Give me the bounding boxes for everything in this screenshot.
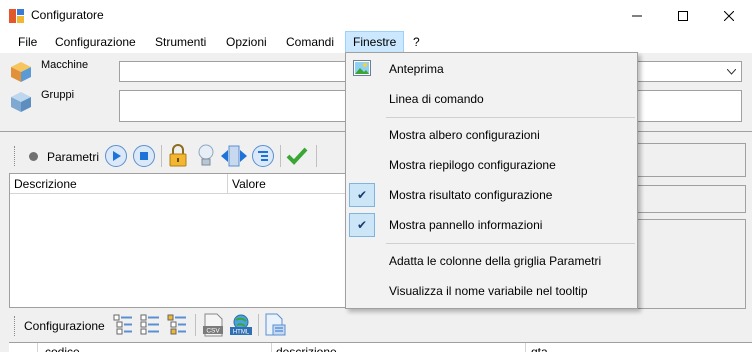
play-button[interactable] [105,145,127,167]
menu-opzioni[interactable]: Opzioni [219,31,274,53]
column-width-icon[interactable] [221,145,247,167]
column-header-descrizione-bottom[interactable]: descrizione [276,345,337,352]
tree-expand-icon[interactable] [113,314,133,336]
menu-item-label: Linea di comando [389,92,484,106]
menu-comandi[interactable]: Comandi [279,31,341,53]
menu-help[interactable]: ? [406,31,427,53]
window-title: Configuratore [31,8,104,22]
menu-item-pannello-informazioni[interactable]: ✔ Mostra pannello informazioni [346,213,637,237]
toolbar-separator [161,145,162,167]
groups-icon [11,92,31,112]
menu-item-adatta-colonne[interactable]: Adatta le colonne della griglia Parametr… [346,249,637,273]
machines-label: Macchine [41,59,89,71]
menu-item-riepilogo-configurazione[interactable]: Mostra riepilogo configurazione [346,153,637,177]
menu-separator [386,117,635,118]
csv-icon-label: CSV [206,328,220,335]
menu-item-label: Mostra risultato configurazione [389,188,553,202]
config-toolbar-label: Configurazione [24,319,105,333]
toolbar-grip[interactable] [14,146,17,166]
menu-item-albero-configurazioni[interactable]: Mostra albero configurazioni [346,123,637,147]
minimize-icon [632,15,642,16]
menu-bar: File Configurazione Strumenti Opzioni Co… [0,31,752,53]
toolbar-grip[interactable] [14,316,17,336]
menu-item-risultato-configurazione[interactable]: ✔ Mostra risultato configurazione [346,183,637,207]
menu-item-label: Adatta le colonne della griglia Parametr… [389,254,602,268]
menu-item-label: Mostra riepilogo configurazione [389,158,556,172]
info-panel [636,143,746,177]
menu-configurazione[interactable]: Configurazione [48,31,143,53]
lock-icon[interactable] [168,144,188,168]
config-grid[interactable]: codice descrizione qta [9,342,752,352]
checkmark-icon[interactable] [286,146,308,166]
summary-panel [636,219,746,309]
app-icon [9,9,24,23]
csv-export-icon[interactable]: CSV [202,313,224,337]
toolbar-separator [258,314,259,336]
tree-collapse-icon[interactable] [140,314,160,336]
column-divider[interactable] [525,343,526,352]
lightbulb-icon[interactable] [197,143,215,169]
menu-finestre[interactable]: Finestre [345,31,405,53]
menu-item-label: Mostra albero configurazioni [389,128,540,142]
menu-item-label: Visualizza il nome variabile nel tooltip [389,284,588,298]
document-icon[interactable] [264,313,286,337]
stop-icon [140,152,148,160]
machines-icon [11,62,31,82]
finestre-dropdown-menu: Anteprima Linea di comando Mostra albero… [345,52,638,309]
column-header-descrizione[interactable]: Descrizione [14,177,77,191]
menu-item-label: Anteprima [389,62,444,76]
status-dot-icon [29,152,38,161]
result-panel [636,185,746,213]
maximize-button[interactable] [660,0,706,31]
toolbar-separator [280,145,281,167]
menu-item-nome-variabile-tooltip[interactable]: Visualizza il nome variabile nel tooltip [346,279,637,303]
menu-item-label: Mostra pannello informazioni [389,218,543,232]
chevron-down-icon [727,69,736,75]
html-export-icon[interactable]: HTML [229,313,253,337]
toolbar-separator [195,314,196,336]
column-header-qta[interactable]: qta [531,345,548,352]
menu-separator [386,243,635,244]
column-header-codice[interactable]: codice [45,345,80,352]
minimize-button[interactable] [614,0,660,31]
checkmark-icon: ✔ [349,213,375,237]
menu-file[interactable]: File [11,31,44,53]
tree-filter-icon[interactable] [167,314,187,336]
stop-button[interactable] [133,145,155,167]
checkmark-icon: ✔ [349,183,375,207]
toolbar-separator [316,145,317,167]
column-divider[interactable] [227,174,228,194]
play-icon [113,151,121,161]
menu-strumenti[interactable]: Strumenti [148,31,213,53]
menu-item-linea-comando[interactable]: Linea di comando [346,87,637,111]
params-grid[interactable]: Descrizione Valore [9,173,347,308]
title-bar: Configuratore [0,0,752,31]
html-icon-label: HTML [233,330,250,336]
maximize-icon [678,10,688,21]
list-options-button[interactable] [252,145,274,167]
column-header-valore[interactable]: Valore [232,177,266,191]
list-icon [258,151,268,161]
close-button[interactable] [706,0,752,31]
params-toolbar-label: Parametri [47,150,100,164]
close-icon [724,10,734,21]
menu-item-anteprima[interactable]: Anteprima [346,57,637,81]
column-divider[interactable] [271,343,272,352]
groups-label: Gruppi [41,89,75,101]
params-grid-header: Descrizione Valore [10,174,346,194]
column-divider[interactable] [37,343,38,352]
preview-icon [353,60,371,76]
